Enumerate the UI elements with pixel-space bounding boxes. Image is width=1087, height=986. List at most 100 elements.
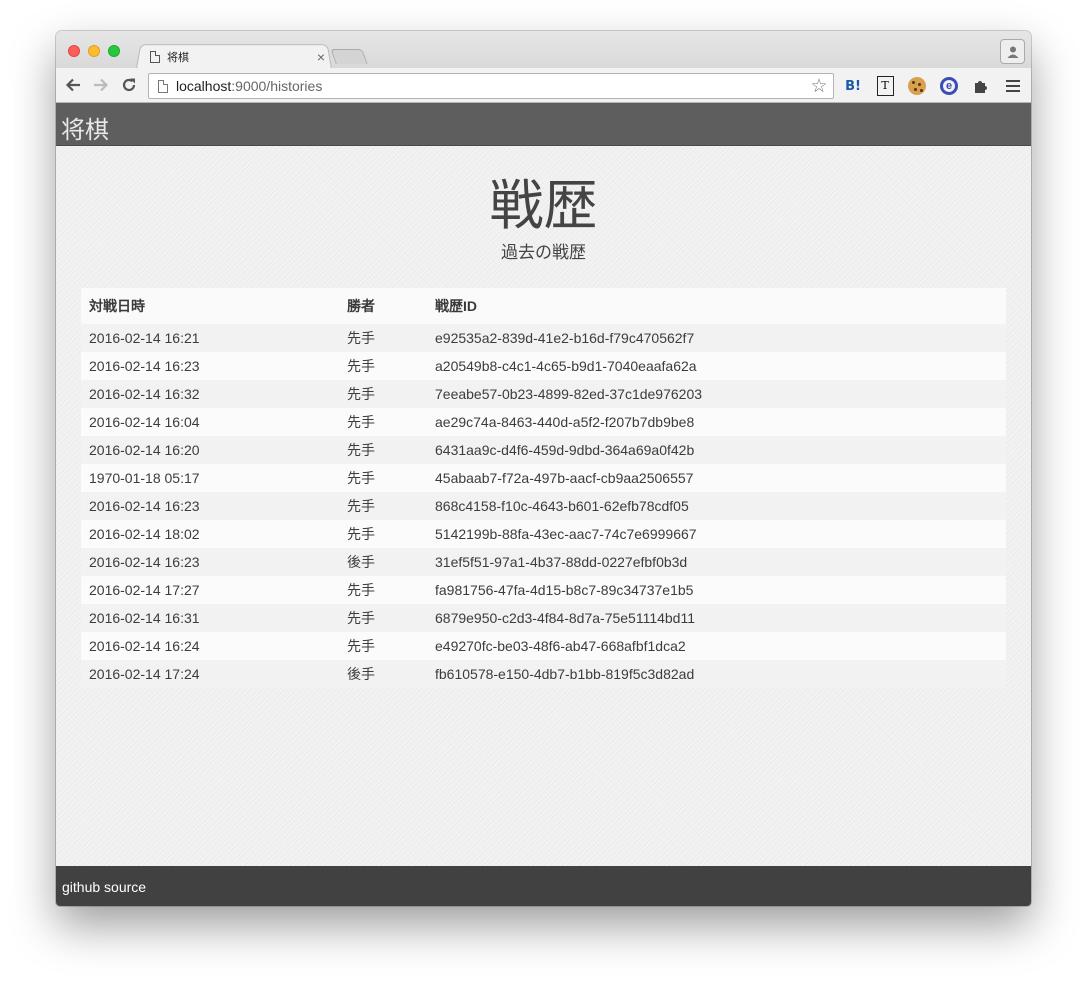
url-text[interactable]: localhost:9000/histories: [176, 78, 807, 94]
e-circle-icon: e: [940, 77, 958, 95]
page-subtitle: 過去の戦歴: [501, 243, 586, 263]
t-extension[interactable]: T: [874, 75, 896, 97]
github-source-link[interactable]: github source: [62, 879, 146, 895]
page-info-icon[interactable]: [158, 79, 168, 93]
tab-close-icon[interactable]: ×: [314, 50, 328, 64]
brand-link[interactable]: 将棋: [61, 110, 109, 145]
e-extension[interactable]: e: [938, 75, 960, 97]
cell-winner: 先手: [347, 582, 375, 598]
cell-date: 2016-02-14 16:32: [89, 386, 200, 402]
table-row: 2016-02-14 17:27 先手 fa981756-47fa-4d15-b8c…: [81, 576, 1006, 604]
close-window-button[interactable]: [68, 45, 80, 57]
table-row: 2016-02-14 16:04 先手 ae29c74a-8463-440d-a5f…: [81, 408, 1006, 436]
hatena-bookmark-icon: B!: [845, 78, 861, 94]
reload-button[interactable]: [118, 74, 140, 96]
cell-date: 2016-02-14 16:31: [89, 610, 200, 626]
cell-date: 2016-02-14 16:23: [89, 498, 200, 514]
cookie-extension[interactable]: [906, 75, 928, 97]
table-row: 2016-02-14 16:31 先手 6879e950-c2d3-4f84-8d7…: [81, 604, 1006, 632]
table-row: 1970-01-18 05:17 先手 45abaab7-f72a-497b-aac…: [81, 464, 1006, 492]
back-arrow-icon: [65, 78, 80, 92]
cell-history-id: a20549b8-c4c1-4c65-b9d1-7040eaafa62a: [435, 358, 697, 374]
cell-date: 2016-02-14 17:27: [89, 582, 200, 598]
tab-strip: 将棋 ×: [56, 31, 1031, 69]
cell-history-id: 868c4158-f10c-4643-b601-62efb78cdf05: [435, 498, 689, 514]
url-path: :9000/histories: [231, 78, 323, 94]
page-footer: github source: [56, 866, 1031, 906]
cookie-icon: [908, 77, 926, 95]
browser-window: 将棋 × localhost:9000/histories ☆ B! T e 将…: [56, 31, 1031, 906]
cell-history-id: 5142199b-88fa-43ec-aac7-74c7e6999667: [435, 526, 697, 542]
puzzle-icon: [975, 81, 987, 93]
cell-winner: 先手: [347, 442, 375, 458]
cell-history-id: fa981756-47fa-4d15-b8c7-89c34737e1b5: [435, 582, 694, 598]
hamburger-menu-icon: [1006, 77, 1020, 95]
cell-history-id: 7eeabe57-0b23-4899-82ed-37c1de976203: [435, 386, 703, 402]
minimize-window-button[interactable]: [88, 45, 100, 57]
cell-date: 2016-02-14 16:24: [89, 638, 200, 654]
table-row: 2016-02-14 16:32 先手 7eeabe57-0b23-4899-82e…: [81, 380, 1006, 408]
cell-history-id: ae29c74a-8463-440d-a5f2-f207b7db9be8: [435, 414, 695, 430]
app-navbar: 将棋: [56, 103, 1031, 146]
url-host: localhost: [176, 78, 232, 94]
browser-menu-button[interactable]: [1002, 75, 1024, 97]
table-row: 2016-02-14 16:24 先手 e49270fc-be03-48f6-ab4…: [81, 632, 1006, 660]
header-date: 対戦日時: [89, 298, 145, 314]
cell-winner: 先手: [347, 330, 375, 346]
forward-arrow-icon: [94, 78, 109, 92]
profile-button[interactable]: [1000, 39, 1025, 64]
cell-date: 2016-02-14 16:20: [89, 442, 200, 458]
cell-winner: 先手: [347, 386, 375, 402]
table-row: 2016-02-14 17:24 後手 fb610578-e150-4db7-b1b…: [81, 660, 1006, 688]
hatena-bookmark-extension[interactable]: B!: [842, 75, 864, 97]
cell-winner: 先手: [347, 470, 375, 486]
cell-history-id: 6431aa9c-d4f6-459d-9dbd-364a69a0f42b: [435, 442, 695, 458]
cell-winner: 後手: [347, 554, 375, 570]
cell-date: 2016-02-14 16:23: [89, 358, 200, 374]
tab-title: 将棋: [167, 52, 189, 64]
cell-winner: 先手: [347, 414, 375, 430]
table-header-row: 対戦日時 勝者 戦歴ID: [81, 288, 1006, 324]
reload-icon: [122, 78, 136, 92]
cell-history-id: e92535a2-839d-41e2-b16d-f79c470562f7: [435, 330, 695, 346]
cell-date: 1970-01-18 05:17: [89, 470, 200, 486]
cell-date: 2016-02-14 18:02: [89, 526, 200, 542]
table-body: 2016-02-14 16:21 先手 e92535a2-839d-41e2-b16…: [81, 324, 1006, 688]
history-table: 対戦日時 勝者 戦歴ID 2016-02-14 16:21 先手 e92535a2-…: [81, 288, 1006, 688]
header-history-id: 戦歴ID: [435, 298, 477, 314]
cell-winner: 先手: [347, 610, 375, 626]
cell-date: 2016-02-14 16:21: [89, 330, 200, 346]
table-row: 2016-02-14 16:23 先手 868c4158-f10c-4643-b60…: [81, 492, 1006, 520]
cell-winner: 後手: [347, 666, 375, 682]
table-row: 2016-02-14 16:20 先手 6431aa9c-d4f6-459d-9db…: [81, 436, 1006, 464]
page-title: 戦歴: [489, 174, 598, 237]
t-extension-icon: T: [876, 76, 894, 96]
page-viewport: 将棋 戦歴 過去の戦歴 対戦日時 勝者 戦歴ID 2016-02-14 16:2…: [56, 103, 1031, 906]
extensions-button[interactable]: [970, 75, 992, 97]
header-winner: 勝者: [347, 298, 375, 314]
cell-history-id: 45abaab7-f72a-497b-aacf-cb9aa2506557: [435, 470, 694, 486]
cell-history-id: e49270fc-be03-48f6-ab47-668afbf1dca2: [435, 638, 686, 654]
cell-winner: 先手: [347, 638, 375, 654]
active-tab-content[interactable]: 将棋 ×: [148, 47, 328, 67]
cell-winner: 先手: [347, 526, 375, 542]
cell-winner: 先手: [347, 498, 375, 514]
back-button[interactable]: [62, 74, 84, 96]
cell-history-id: 6879e950-c2d3-4f84-8d7a-75e51114bd11: [435, 610, 696, 626]
table-row: 2016-02-14 16:21 先手 e92535a2-839d-41e2-b16…: [81, 324, 1006, 352]
address-bar[interactable]: localhost:9000/histories ☆: [148, 73, 834, 99]
browser-toolbar: localhost:9000/histories ☆ B! T e: [56, 68, 1031, 103]
cell-date: 2016-02-14 16:23: [89, 554, 200, 570]
bookmark-star-icon[interactable]: ☆: [807, 75, 831, 98]
maximize-window-button[interactable]: [108, 45, 120, 57]
cell-date: 2016-02-14 16:04: [89, 414, 200, 430]
new-tab-button[interactable]: [330, 49, 368, 64]
cell-date: 2016-02-14 17:24: [89, 666, 200, 682]
table-row: 2016-02-14 16:23 先手 a20549b8-c4c1-4c65-b9d…: [81, 352, 1006, 380]
cell-history-id: fb610578-e150-4db7-b1bb-819f5c3d82ad: [435, 666, 695, 682]
table-row: 2016-02-14 16:23 後手 31ef5f51-97a1-4b37-88d…: [81, 548, 1006, 576]
forward-button[interactable]: [90, 74, 112, 96]
table-row: 2016-02-14 18:02 先手 5142199b-88fa-43ec-aac…: [81, 520, 1006, 548]
page-icon: [150, 51, 160, 63]
cell-winner: 先手: [347, 358, 375, 374]
